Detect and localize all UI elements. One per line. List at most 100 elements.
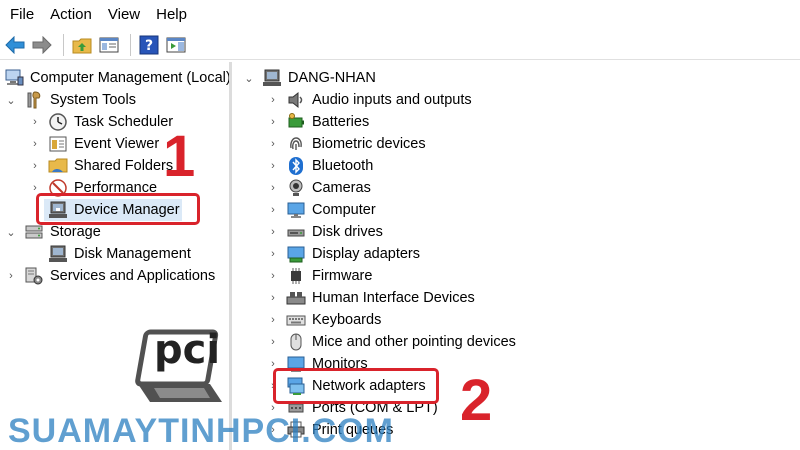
tree-node-system-tools[interactable]: ⌄ System Tools — [4, 89, 136, 111]
device-category-display-adapters[interactable]: › Display adapters — [266, 243, 420, 265]
chevron-down-icon[interactable]: ⌄ — [4, 94, 18, 107]
computer-management-icon — [4, 68, 24, 88]
chevron-right-icon[interactable]: › — [266, 204, 280, 216]
device-label: Keyboards — [312, 312, 382, 328]
show-hide-tree-button[interactable] — [97, 33, 121, 57]
fingerprint-icon — [286, 134, 306, 154]
tree-node-storage[interactable]: ⌄ Storage — [4, 221, 100, 243]
pci-logo-text: pci — [154, 327, 221, 373]
toolbar: ? — [0, 30, 800, 60]
device-label: Firmware — [312, 268, 373, 284]
bluetooth-icon — [286, 156, 306, 176]
toolbar-separator — [130, 33, 131, 56]
chevron-down-icon[interactable]: ⌄ — [4, 226, 18, 239]
camera-icon — [286, 178, 306, 198]
tree-label: DANG-NHAN — [288, 70, 376, 86]
chevron-right-icon[interactable]: › — [266, 270, 280, 282]
tree-node-disk-management[interactable]: Disk Management — [48, 243, 191, 265]
chevron-right-icon[interactable]: › — [266, 160, 280, 172]
menu-file[interactable]: File — [2, 0, 42, 30]
chevron-right-icon[interactable]: › — [266, 292, 280, 304]
device-tree-pane[interactable]: ⌄ DANG-NHAN › Audio inputs and outputs ›… — [236, 62, 800, 450]
chevron-right-icon[interactable]: › — [266, 358, 280, 370]
console-tree-icon — [99, 37, 119, 52]
back-arrow-icon — [5, 35, 25, 54]
chevron-right-icon[interactable]: › — [4, 270, 18, 282]
tree-node-computer-management[interactable]: Computer Management (Local) — [4, 67, 231, 89]
device-label: Monitors — [312, 356, 368, 372]
hid-icon — [286, 288, 306, 308]
device-category-keyboards[interactable]: › Keyboards — [266, 309, 381, 331]
device-label: Batteries — [312, 114, 370, 130]
services-icon — [24, 266, 44, 286]
tree-node-event-viewer[interactable]: › Event Viewer — [28, 133, 159, 155]
chevron-right-icon[interactable]: › — [266, 380, 280, 392]
chevron-right-icon[interactable]: › — [266, 248, 280, 260]
tree-label: Device Manager — [74, 202, 180, 218]
device-label: Human Interface Devices — [312, 290, 475, 306]
svg-text:?: ? — [145, 38, 153, 54]
back-button[interactable] — [3, 33, 27, 57]
tree-label: Computer Management (Local) — [30, 70, 231, 86]
menu-action[interactable]: Action — [42, 0, 100, 30]
help-icon: ? — [139, 35, 159, 54]
tree-node-services-and-applications[interactable]: › Services and Applications — [4, 265, 215, 287]
show-action-pane-button[interactable] — [164, 33, 188, 57]
device-category-hid[interactable]: › Human Interface Devices — [266, 287, 475, 309]
device-label: Biometric devices — [312, 136, 426, 152]
chevron-right-icon[interactable]: › — [28, 182, 42, 194]
chevron-right-icon[interactable]: › — [266, 226, 280, 238]
menu-bar: File Action View Help — [0, 0, 800, 30]
chevron-right-icon[interactable]: › — [266, 314, 280, 326]
device-category-monitors[interactable]: › Monitors — [266, 353, 368, 375]
device-category-cameras[interactable]: › Cameras — [266, 177, 371, 199]
chevron-right-icon[interactable]: › — [266, 94, 280, 106]
chevron-down-icon[interactable]: ⌄ — [242, 72, 256, 85]
chevron-right-icon[interactable]: › — [266, 116, 280, 128]
chevron-right-icon[interactable]: › — [266, 336, 280, 348]
device-category-mice[interactable]: › Mice and other pointing devices — [266, 331, 516, 353]
site-watermark: SUAMAYTINHPCI.COM — [8, 412, 394, 450]
device-category-biometric[interactable]: › Biometric devices — [266, 133, 426, 155]
shared-folder-icon — [48, 156, 68, 176]
device-label: Disk drives — [312, 224, 383, 240]
tree-label: Services and Applications — [50, 268, 216, 284]
speaker-icon — [286, 90, 306, 110]
device-category-audio[interactable]: › Audio inputs and outputs — [266, 89, 472, 111]
chevron-right-icon[interactable]: › — [28, 160, 42, 172]
device-category-computer[interactable]: › Computer — [266, 199, 376, 221]
device-label: Mice and other pointing devices — [312, 334, 516, 350]
device-category-network-adapters[interactable]: › Network adapters — [266, 375, 426, 397]
tree-node-task-scheduler[interactable]: › Task Scheduler — [28, 111, 173, 133]
tree-node-performance[interactable]: › Performance — [28, 177, 157, 199]
chevron-right-icon[interactable]: › — [266, 138, 280, 150]
tree-node-device-manager[interactable]: Device Manager — [44, 199, 182, 221]
folder-up-icon — [72, 38, 92, 53]
computer-icon — [262, 68, 282, 88]
tree-node-shared-folders[interactable]: › Shared Folders — [28, 155, 173, 177]
tree-label: Shared Folders — [74, 158, 174, 174]
menu-view[interactable]: View — [100, 0, 148, 30]
menu-help[interactable]: Help — [148, 0, 195, 30]
device-category-disk-drives[interactable]: › Disk drives — [266, 221, 383, 243]
tools-icon — [24, 90, 44, 110]
chevron-right-icon[interactable]: › — [266, 182, 280, 194]
event-viewer-icon — [48, 134, 68, 154]
help-button[interactable]: ? — [137, 33, 161, 57]
forward-arrow-icon — [32, 35, 52, 54]
monitor-icon — [286, 354, 306, 374]
clock-icon — [48, 112, 68, 132]
device-label: Audio inputs and outputs — [312, 92, 472, 108]
tree-label: System Tools — [50, 92, 136, 108]
device-category-bluetooth[interactable]: › Bluetooth — [266, 155, 373, 177]
device-category-firmware[interactable]: › Firmware — [266, 265, 372, 287]
tree-node-computer-name[interactable]: ⌄ DANG-NHAN — [242, 67, 376, 89]
chevron-right-icon[interactable]: › — [28, 138, 42, 150]
device-category-batteries[interactable]: › Batteries — [266, 111, 369, 133]
up-folder-button[interactable] — [70, 33, 94, 57]
chevron-right-icon[interactable]: › — [28, 116, 42, 128]
forward-button[interactable] — [30, 33, 54, 57]
action-pane-icon — [166, 37, 186, 52]
keyboard-icon — [286, 310, 306, 330]
display-adapter-icon — [286, 244, 306, 264]
